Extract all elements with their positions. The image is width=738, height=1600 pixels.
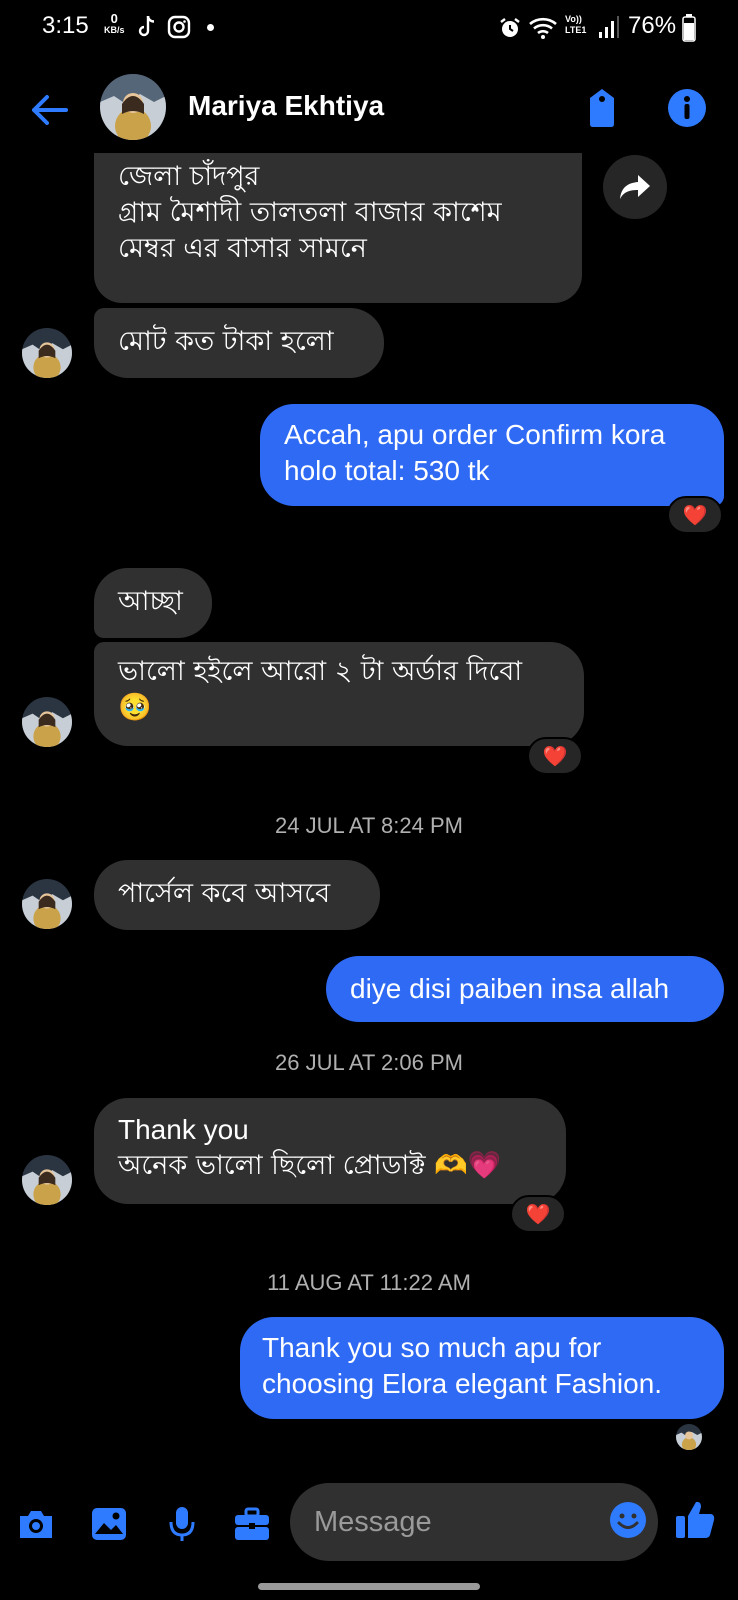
home-indicator[interactable] bbox=[258, 1583, 480, 1590]
chat-header: Mariya Ekhtiya bbox=[0, 72, 738, 146]
message-text-line: 🥹 bbox=[118, 692, 152, 723]
network-speed: 0 KB/s bbox=[104, 12, 125, 35]
message-input[interactable] bbox=[290, 1483, 658, 1561]
reaction-badge[interactable]: ❤️ bbox=[510, 1195, 566, 1233]
heart-icon: ❤️ bbox=[542, 744, 568, 768]
sender-avatar[interactable] bbox=[22, 879, 72, 929]
message-text-line: জেলা চাঁদপুর bbox=[118, 161, 260, 192]
message-text-line: Thank you bbox=[118, 1114, 249, 1145]
camera-icon[interactable] bbox=[16, 1504, 56, 1544]
signal-icon bbox=[599, 16, 619, 38]
message-bubble-outgoing[interactable]: Thank you so much apu for choosing Elora… bbox=[240, 1317, 724, 1419]
message-bubble-incoming[interactable]: আচ্ছা bbox=[94, 568, 212, 638]
message-text: diye disi paiben insa allah bbox=[350, 973, 670, 1004]
message-text-line: Accah, apu order Confirm kora bbox=[284, 419, 666, 450]
message-text-line: choosing Elora elegant Fashion. bbox=[262, 1368, 663, 1399]
alarm-icon bbox=[500, 18, 520, 37]
network-speed-unit: KB/s bbox=[104, 25, 125, 35]
message-text: মোট কত টাকা হলো bbox=[118, 326, 334, 357]
message-text: পার্সেল কবে আসবে bbox=[118, 878, 331, 909]
message-text-line: ভালো হইলে আরো ২ টা অর্ডার দিবো bbox=[118, 656, 523, 687]
back-arrow-icon[interactable] bbox=[28, 88, 72, 132]
message-text-line: মেম্বর এর বাসার সামনে bbox=[118, 233, 367, 264]
sender-avatar[interactable] bbox=[22, 328, 72, 378]
sender-avatar[interactable] bbox=[22, 697, 72, 747]
sender-avatar[interactable] bbox=[22, 1155, 72, 1205]
date-separator: 11 AUG AT 11:22 AM bbox=[267, 1270, 471, 1295]
tag-icon[interactable] bbox=[582, 86, 622, 130]
forward-icon bbox=[620, 175, 650, 199]
message-text: আচ্ছা bbox=[118, 586, 183, 617]
reaction-badge[interactable]: ❤️ bbox=[667, 496, 723, 534]
instagram-icon bbox=[167, 15, 191, 39]
heart-icon: ❤️ bbox=[682, 503, 708, 527]
message-bubble-outgoing[interactable]: diye disi paiben insa allah bbox=[326, 956, 724, 1022]
status-time: 3:15 bbox=[42, 12, 89, 39]
message-bubble-outgoing[interactable]: Accah, apu order Confirm kora holo total… bbox=[260, 404, 724, 506]
date-separator: 24 JUL AT 8:24 PM bbox=[275, 813, 463, 838]
lte-label: LTE1 bbox=[565, 25, 587, 35]
contact-avatar[interactable] bbox=[100, 74, 166, 140]
battery-icon bbox=[682, 14, 696, 42]
message-text-line: Thank you so much apu for bbox=[262, 1332, 602, 1363]
message-bubble-incoming[interactable]: জেলা চাঁদপুর গ্রাম মৈশাদী তালতলা বাজার ক… bbox=[94, 153, 582, 303]
reaction-badge[interactable]: ❤️ bbox=[527, 737, 583, 775]
tiktok-icon bbox=[138, 15, 155, 37]
message-text-line: holo total: 530 tk bbox=[284, 455, 490, 486]
date-separator: 26 JUL AT 2:06 PM bbox=[275, 1050, 463, 1075]
emoji-icon[interactable] bbox=[608, 1500, 648, 1540]
volte-label: Vo)) bbox=[565, 14, 582, 24]
message-bubble-incoming[interactable]: মোট কত টাকা হলো bbox=[94, 308, 384, 378]
network-speed-value: 0 bbox=[110, 11, 118, 26]
wifi-icon bbox=[529, 17, 557, 39]
message-bubble-incoming[interactable]: ভালো হইলে আরো ২ টা অর্ডার দিবো 🥹 bbox=[94, 642, 584, 746]
notification-dot bbox=[207, 24, 214, 31]
briefcase-icon[interactable] bbox=[232, 1504, 272, 1544]
message-bubble-incoming[interactable]: পার্সেল কবে আসবে bbox=[94, 860, 380, 930]
heart-icon: ❤️ bbox=[525, 1202, 551, 1226]
info-icon[interactable] bbox=[665, 86, 709, 130]
lte-indicator: Vo)) LTE1 bbox=[565, 14, 586, 36]
battery-percent: 76% bbox=[628, 12, 677, 39]
gallery-icon[interactable] bbox=[89, 1504, 129, 1544]
message-composer bbox=[0, 1478, 738, 1568]
status-bar: 3:15 0 KB/s Vo)) LTE1 76% bbox=[0, 0, 738, 56]
message-bubble-incoming[interactable]: Thank you অনেক ভালো ছিলো প্রোডাক্ট 🫶💗 bbox=[94, 1098, 566, 1204]
forward-button[interactable] bbox=[603, 155, 667, 219]
message-text-line: অনেক ভালো ছিলো প্রোডাক্ট 🫶💗 bbox=[118, 1150, 502, 1181]
contact-name[interactable]: Mariya Ekhtiya bbox=[188, 90, 384, 122]
seen-receipt-avatar bbox=[676, 1424, 702, 1450]
thumbs-up-icon[interactable] bbox=[674, 1498, 716, 1542]
microphone-icon[interactable] bbox=[162, 1504, 202, 1544]
message-text-line: গ্রাম মৈশাদী তালতলা বাজার কাশেম bbox=[118, 197, 502, 228]
